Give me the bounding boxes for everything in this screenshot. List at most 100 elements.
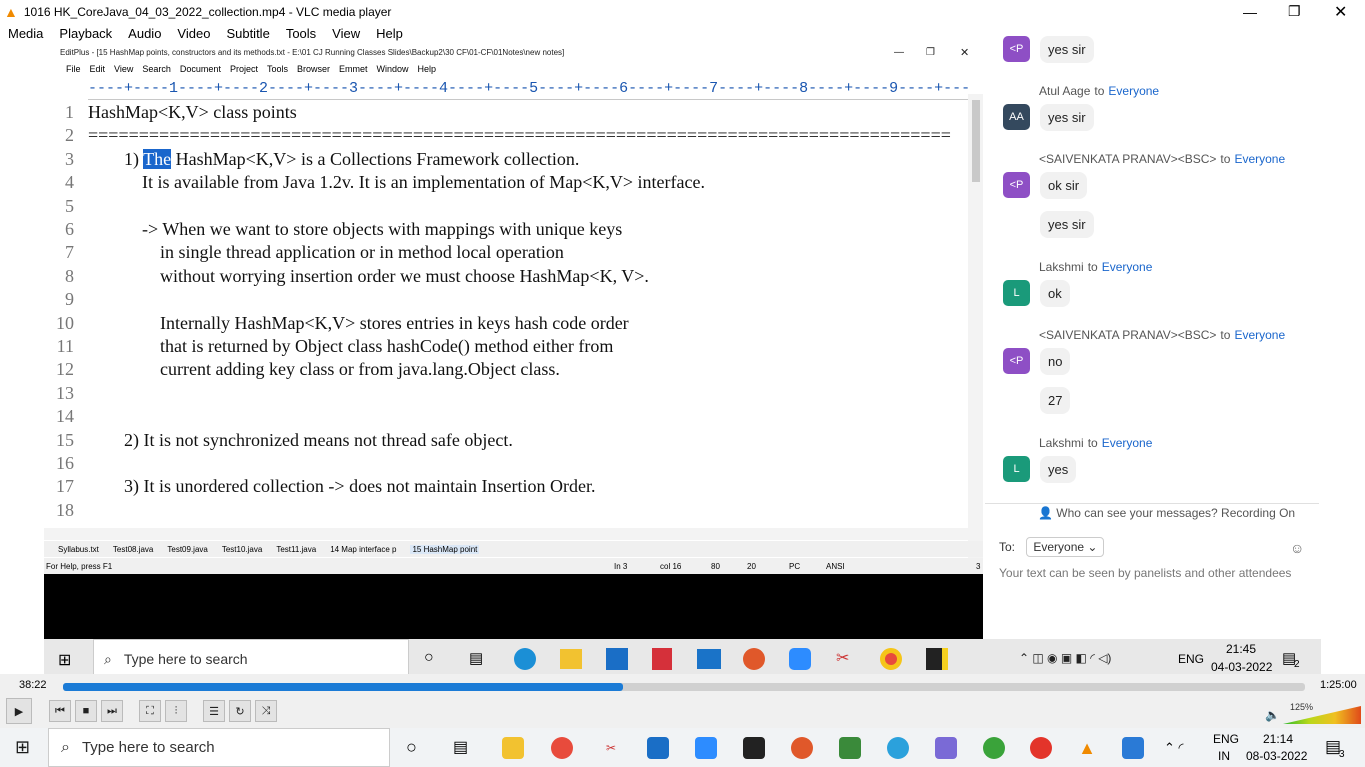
extended-settings-button[interactable]: ⫶ [165,700,187,722]
avatar: <P [1003,36,1030,62]
ep-menu-emmet: Emmet [339,64,368,74]
to-select[interactable]: Everyone ⌄ [1026,537,1105,557]
chat-sender-line: <SAIVENKATA PRANAV><BSC> to Everyone [1039,328,1285,342]
inner-lang: ENG [1178,652,1205,666]
file-tab: Test11.java [276,544,317,554]
line-number: 8 [65,265,74,286]
chat-message-bubble: yes [1040,456,1077,483]
inner-search-text: Type here to search [123,651,248,667]
chat-recipient: Everyone [1234,152,1286,166]
code-line: It is available from Java 1.2v. It is an… [88,172,705,193]
vlc-logo-icon: ▲ [4,3,18,20]
code-text: in single thread application or in metho… [88,242,564,263]
taskbar-search-box[interactable]: ⌕ Type here to search [48,728,390,767]
tray-icons[interactable]: ⌃ ◜ [1164,740,1184,756]
shuffle-button[interactable]: ⤨ [255,700,277,722]
vlc-icon[interactable]: ▲ [1076,737,1098,759]
close-icon[interactable]: ✕ [1334,2,1347,22]
code-text: 1) [88,148,144,169]
taskbar-region: IN [1218,749,1230,763]
recorder-icon[interactable] [791,737,813,759]
line-number: 10 [56,312,74,333]
cortana-icon[interactable]: ○ [406,737,417,758]
inner-snipping-icon: ✂ [836,650,850,667]
editplus-menu: File Edit View Search Document Project T… [44,61,983,77]
code-area: HashMap<K,V> class points ===============… [88,101,968,573]
video-frame[interactable]: EditPlus - [15 HashMap points, construct… [0,36,1365,679]
code-line: 1) The HashMap<K,V> is a Collections Fra… [88,148,579,170]
menu-media[interactable]: Media [8,26,43,41]
chat-message-bubble: ok [1040,280,1070,307]
inner-tray-icons: ⌃ ◫ ◉ ▣ ◧ ◜ ◁) [1019,651,1112,665]
inner-clock-date: 04-03-2022 [1211,660,1273,674]
photos-icon[interactable] [1122,737,1144,759]
inner-store-icon [606,648,628,670]
inner-edge-icon [514,648,536,670]
zoom-icon[interactable] [695,737,717,759]
code-line: 3) It is unordered collection -> does no… [88,476,596,497]
inner-zoom-icon [789,648,811,670]
code-text: 3) It is unordered collection -> does no… [88,476,596,497]
line-number: 14 [56,406,74,427]
menu-subtitle[interactable]: Subtitle [226,26,269,41]
menu-audio[interactable]: Audio [128,26,161,41]
editplus-title: EditPlus - [15 HashMap points, construct… [44,44,983,61]
file-tab: Test10.java [221,544,263,554]
inner-stickynotes-icon [926,648,948,670]
who-can-see-text: Who can see your messages? Recording On [1056,506,1296,520]
store-icon[interactable] [647,737,669,759]
loop-button[interactable]: ↻ [229,700,251,722]
inner-gift-icon [652,648,672,670]
playlist-button[interactable]: ☰ [203,700,225,722]
taskbar-search-text: Type here to search [81,739,215,756]
chat-sender-line: Atul Aage to Everyone [1039,84,1159,98]
editplus-window: EditPlus - [15 HashMap points, construct… [44,44,983,674]
windows-start-icon[interactable]: ⊞ [15,737,30,758]
red-app-icon[interactable] [1030,737,1052,759]
snipping-tool-icon[interactable]: ✂ [600,737,622,759]
task-view-icon[interactable]: ▤ [453,737,468,757]
menu-tools[interactable]: Tools [286,26,316,41]
code-text: current adding key class or from java.la… [88,359,560,380]
ep-minimize-icon: — [894,47,904,58]
seek-bar[interactable] [63,683,1305,691]
chat-recipient: Everyone [1108,84,1160,98]
chat-input[interactable]: Your text can be seen by panelists and o… [999,566,1291,580]
menu-playback[interactable]: Playback [59,26,112,41]
chart-app-icon[interactable] [839,737,861,759]
minimize-icon[interactable]: — [1243,4,1257,20]
status-a: 80 [711,561,720,571]
gems-app-icon[interactable] [935,737,957,759]
volume-icon[interactable]: 🔈 [1265,708,1280,722]
status-b: 20 [747,561,756,571]
emoji-icon[interactable]: ☺ [1290,540,1304,556]
inner-chrome-icon [880,648,902,670]
menu-video[interactable]: Video [177,26,210,41]
green-app-icon[interactable] [983,737,1005,759]
menu-help[interactable]: Help [376,26,403,41]
code-text: Internally HashMap<K,V> stores entries i… [88,312,629,333]
chrome-icon[interactable] [551,737,573,759]
file-tab-active: 15 HashMap point [410,544,480,554]
chat-recipient: Everyone [1101,260,1153,274]
chat-sender-name: Lakshmi [1039,436,1084,450]
next-button[interactable]: ⏭ [101,700,123,722]
who-can-see-row[interactable]: 👤 Who can see your messages? Recording O… [1038,506,1295,520]
play-button[interactable]: ▶ [6,698,32,724]
telegram-icon[interactable] [887,737,909,759]
stop-button[interactable]: ■ [75,700,97,722]
status-col: col 16 [660,561,682,571]
line-number: 12 [56,359,74,380]
zoom-chat-panel: <P yes sir Atul Aage to Everyone AA yes sir <SA… [983,36,1321,639]
chat-sender-line: Lakshmi to Everyone [1039,436,1152,450]
chat-recipient: Everyone [1101,436,1153,450]
menu-view[interactable]: View [332,26,360,41]
fullscreen-button[interactable]: ⛶ [139,700,161,722]
code-text: without worrying insertion order we must… [88,265,649,286]
file-explorer-icon[interactable] [502,737,524,759]
chat-to-word: to [1220,152,1231,166]
sticky-notes-icon[interactable] [743,737,765,759]
maximize-icon[interactable]: ❐ [1288,3,1301,20]
previous-button[interactable]: ⏮ [49,700,71,722]
inner-explorer-icon [560,649,582,669]
